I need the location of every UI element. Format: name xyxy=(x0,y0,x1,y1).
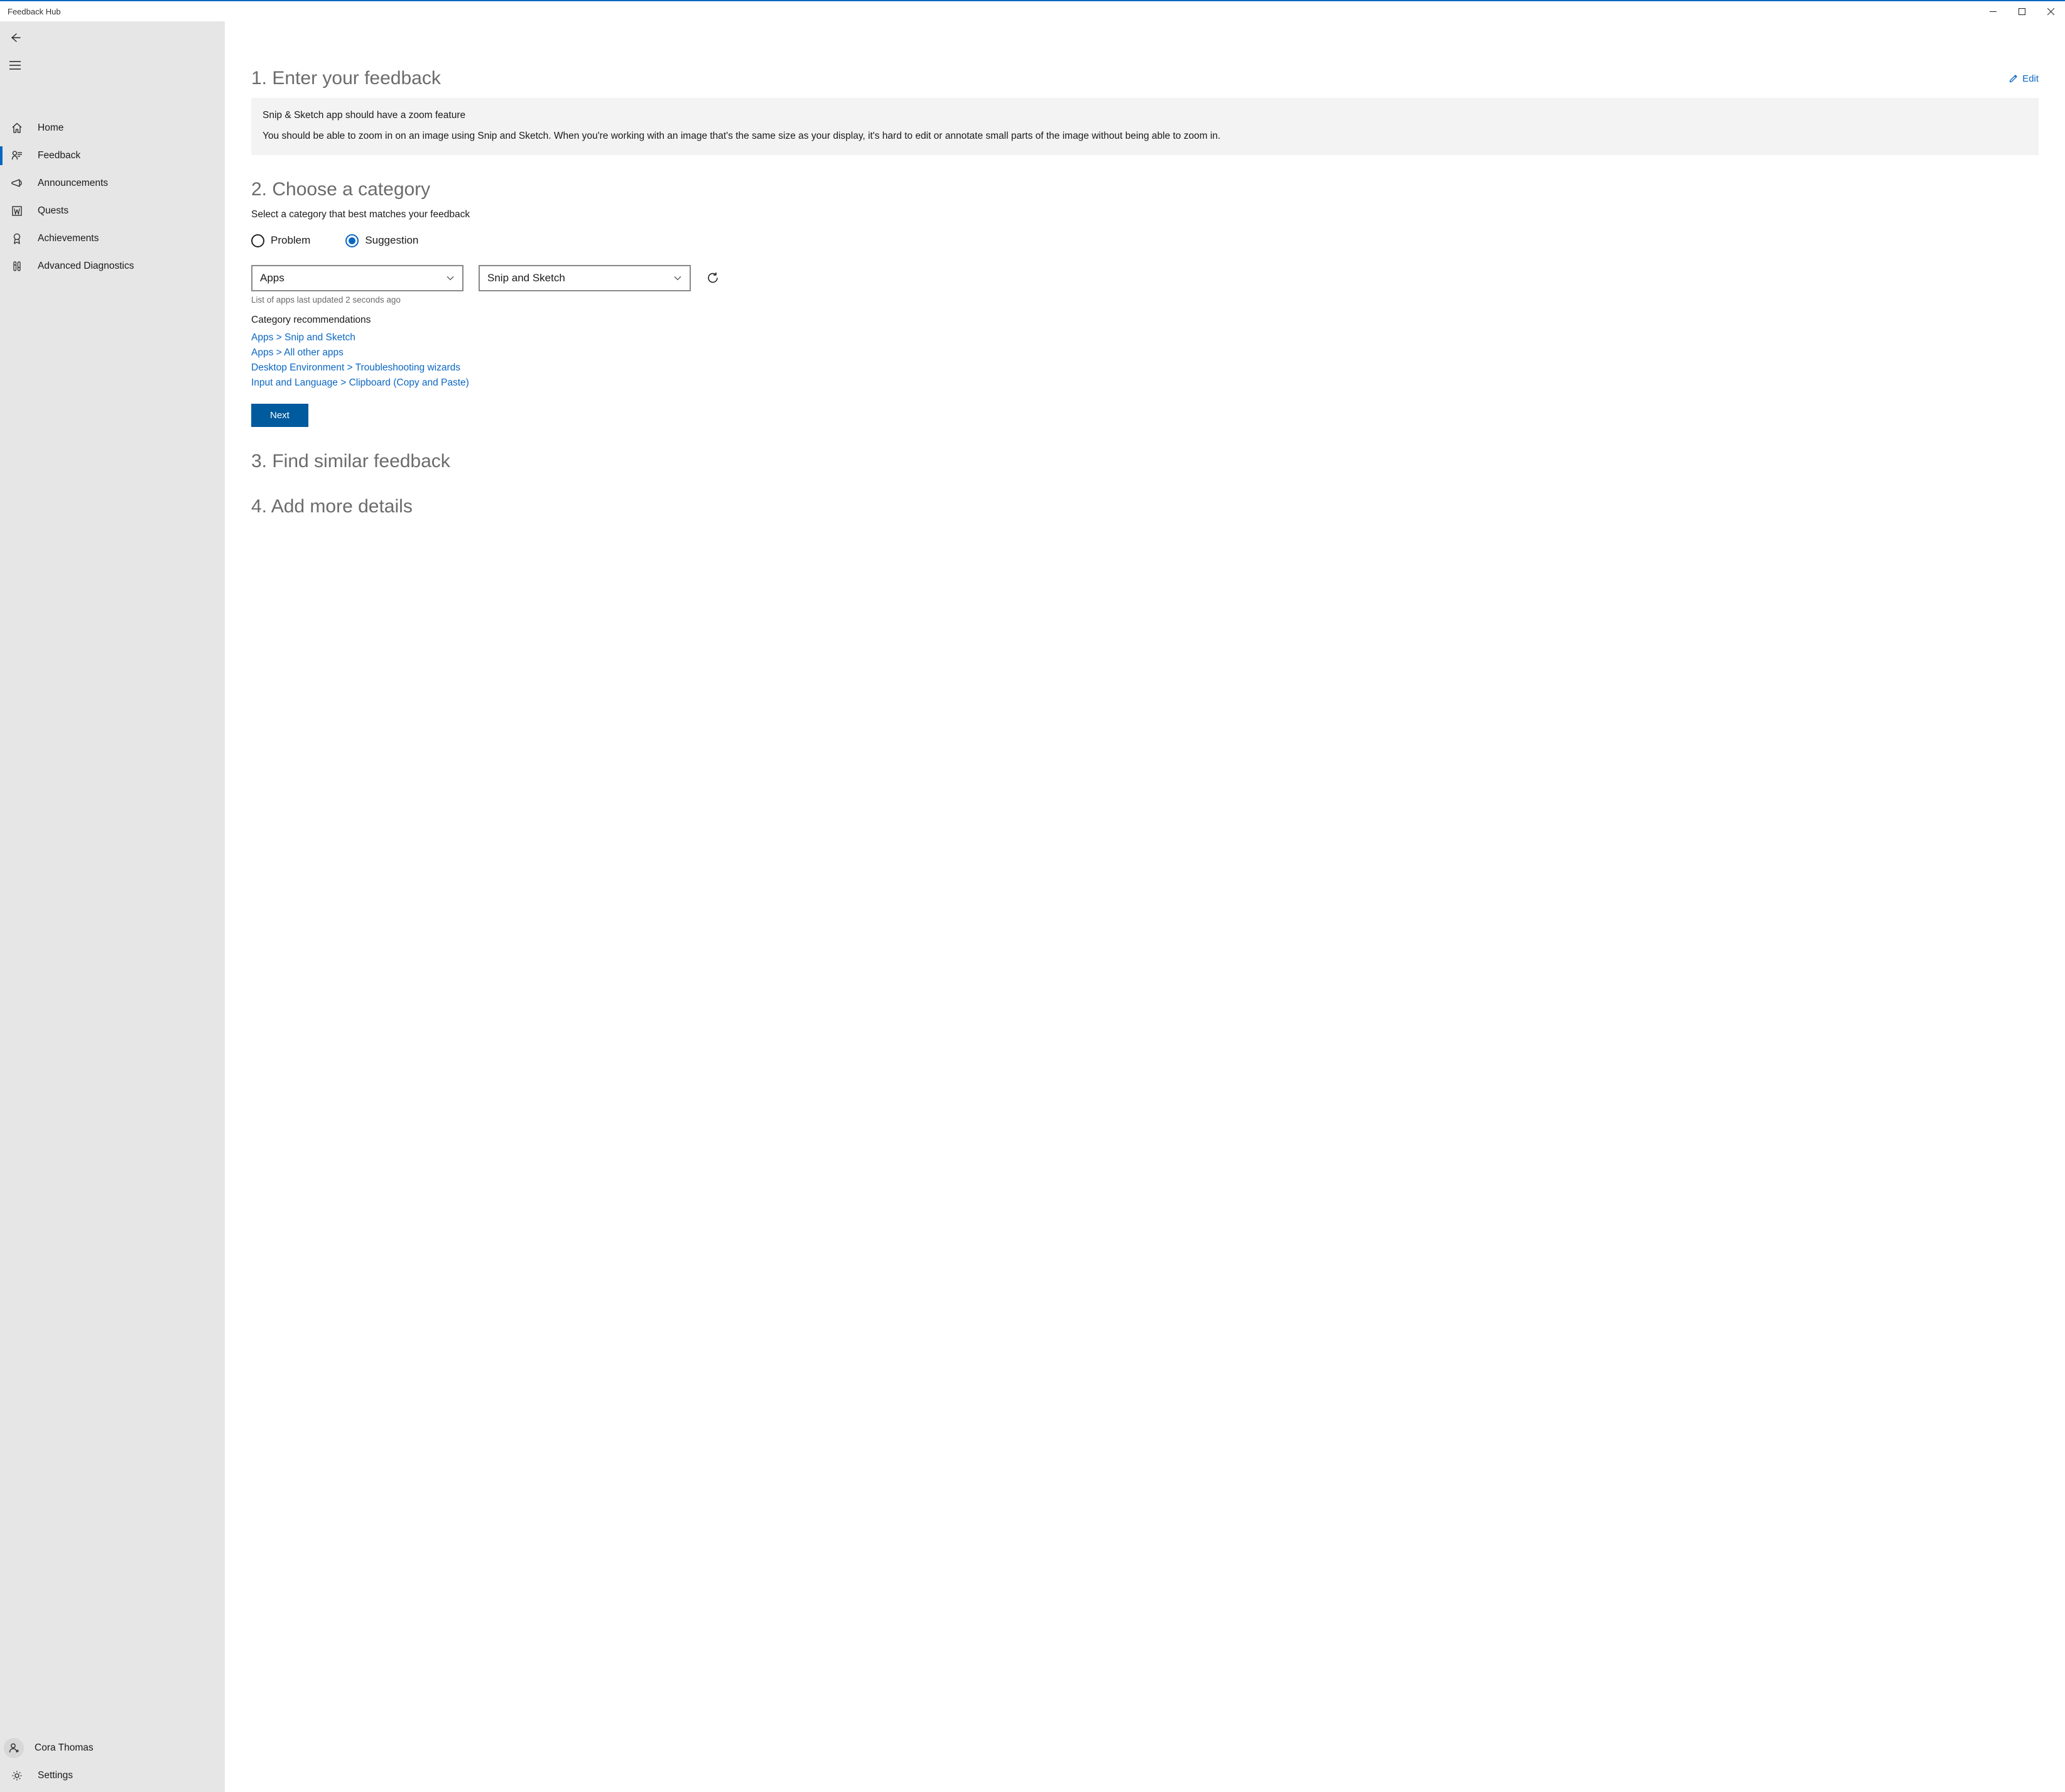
avatar xyxy=(4,1738,24,1758)
quests-icon xyxy=(10,204,24,218)
window-title: Feedback Hub xyxy=(8,7,61,16)
sidebar-item-label: Home xyxy=(38,122,63,134)
gear-icon xyxy=(10,1769,24,1783)
refresh-button[interactable] xyxy=(706,271,720,285)
radio-problem[interactable]: Problem xyxy=(251,234,310,247)
sidebar-item-home[interactable]: Home xyxy=(0,114,225,142)
next-button[interactable]: Next xyxy=(251,404,308,427)
step4-heading: 4. Add more details xyxy=(251,496,2039,517)
select-value: Snip and Sketch xyxy=(487,272,565,284)
edit-button[interactable]: Edit xyxy=(2008,73,2039,84)
recommendation-link[interactable]: Input and Language > Clipboard (Copy and… xyxy=(251,377,2039,389)
close-button[interactable] xyxy=(2036,1,2065,21)
chevron-down-icon xyxy=(673,275,682,281)
sidebar-item-label: Settings xyxy=(38,1770,73,1781)
feedback-icon xyxy=(10,149,24,163)
step1-heading: 1. Enter your feedback xyxy=(251,68,441,89)
megaphone-icon xyxy=(10,176,24,190)
sidebar: Home Feedback Announcements Quests xyxy=(0,21,225,1792)
diagnostics-icon xyxy=(10,259,24,273)
sidebar-item-feedback[interactable]: Feedback xyxy=(0,142,225,170)
sidebar-item-achievements[interactable]: Achievements xyxy=(0,225,225,252)
window-controls xyxy=(1978,1,2065,21)
sidebar-item-label: Achievements xyxy=(38,233,99,244)
step3-heading: 3. Find similar feedback xyxy=(251,451,2039,472)
subcategory-select[interactable]: Snip and Sketch xyxy=(479,265,691,291)
radio-icon xyxy=(251,234,264,247)
maximize-icon xyxy=(2019,8,2025,15)
radio-icon xyxy=(345,234,359,247)
feedback-summary-box: Snip & Sketch app should have a zoom fea… xyxy=(251,98,2039,155)
maximize-button[interactable] xyxy=(2007,1,2036,21)
back-arrow-icon xyxy=(8,31,22,45)
minimize-button[interactable] xyxy=(1978,1,2007,21)
step2-subtext: Select a category that best matches your… xyxy=(251,209,2039,220)
recommendations-title: Category recommendations xyxy=(251,315,2039,326)
edit-label: Edit xyxy=(2022,73,2039,84)
back-button[interactable] xyxy=(0,24,30,51)
radio-suggestion[interactable]: Suggestion xyxy=(345,234,418,247)
category-select[interactable]: Apps xyxy=(251,265,463,291)
sidebar-item-label: Feedback xyxy=(38,150,80,161)
minimize-icon xyxy=(1990,8,1997,15)
sidebar-item-diagnostics[interactable]: Advanced Diagnostics xyxy=(0,252,225,280)
radio-label: Suggestion xyxy=(365,234,418,247)
main-content: 1. Enter your feedback Edit Snip & Sketc… xyxy=(225,21,2065,1792)
sidebar-item-label: Advanced Diagnostics xyxy=(38,261,134,272)
hamburger-button[interactable] xyxy=(0,51,30,79)
recommendation-link[interactable]: Apps > All other apps xyxy=(251,347,2039,359)
sidebar-item-announcements[interactable]: Announcements xyxy=(0,170,225,197)
person-icon xyxy=(8,1742,20,1754)
radio-label: Problem xyxy=(271,234,310,247)
recommendation-link[interactable]: Apps > Snip and Sketch xyxy=(251,332,2039,343)
pencil-icon xyxy=(2008,73,2019,84)
category-hint: List of apps last updated 2 seconds ago xyxy=(251,295,2039,305)
sidebar-item-quests[interactable]: Quests xyxy=(0,197,225,225)
sidebar-user[interactable]: Cora Thomas xyxy=(0,1734,225,1762)
chevron-down-icon xyxy=(446,275,455,281)
home-icon xyxy=(10,121,24,135)
sidebar-item-label: Announcements xyxy=(38,178,108,189)
feedback-title: Snip & Sketch app should have a zoom fea… xyxy=(263,108,2027,122)
user-name: Cora Thomas xyxy=(35,1742,94,1754)
award-icon xyxy=(10,232,24,246)
sidebar-item-label: Quests xyxy=(38,205,68,217)
close-icon xyxy=(2047,8,2054,15)
hamburger-icon xyxy=(8,58,22,72)
titlebar: Feedback Hub xyxy=(0,1,2065,21)
feedback-body: You should be able to zoom in on an imag… xyxy=(263,129,2027,143)
select-value: Apps xyxy=(260,272,285,284)
sidebar-item-settings[interactable]: Settings xyxy=(0,1762,225,1789)
recommendation-link[interactable]: Desktop Environment > Troubleshooting wi… xyxy=(251,362,2039,374)
refresh-icon xyxy=(706,271,720,285)
step2-heading: 2. Choose a category xyxy=(251,179,2039,200)
